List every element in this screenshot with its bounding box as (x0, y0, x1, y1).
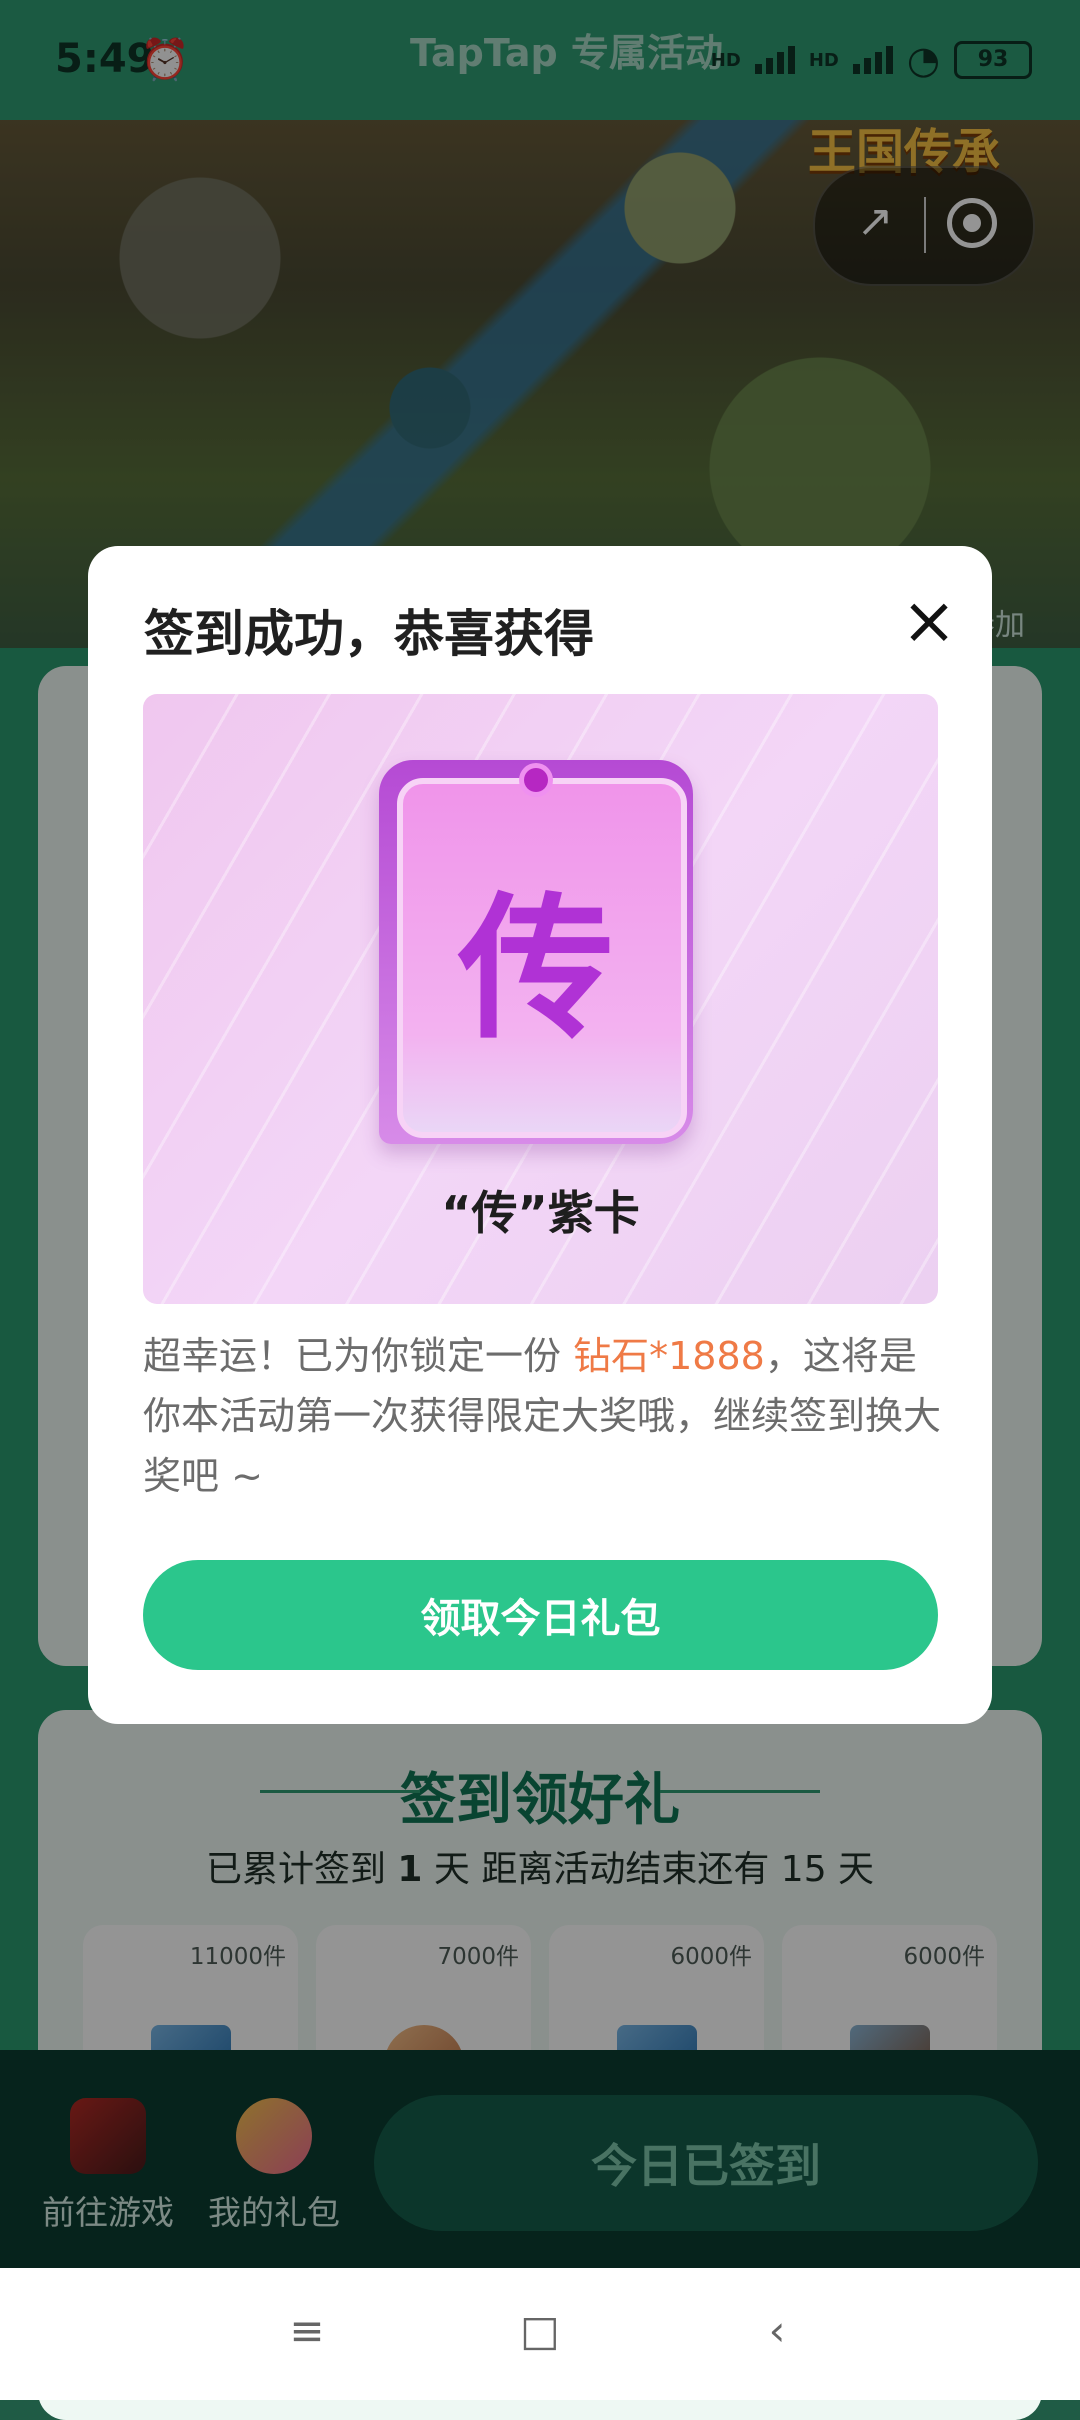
modal-description: 超幸运！已为你锁定一份 钻石*1888，这将是你本活动第一次获得限定大奖哦，继续… (143, 1326, 943, 1506)
claim-gift-button[interactable]: 领取今日礼包 (143, 1560, 938, 1670)
back-icon[interactable]: ‹ (752, 2306, 802, 2356)
card-gem-icon (524, 768, 548, 792)
desc-highlight: 钻石*1888 (573, 1334, 765, 1378)
system-navigation-bar: ≡ □ ‹ (0, 2268, 1080, 2400)
prize-name: “传”紫卡 (441, 1186, 640, 1240)
checkin-success-modal: 签到成功，恭喜获得 × 传 “传”紫卡 超幸运！已为你锁定一份 钻石*1888，… (88, 546, 992, 1724)
prize-panel: 传 “传”紫卡 (143, 694, 938, 1304)
close-icon[interactable]: × (900, 588, 958, 654)
modal-title: 签到成功，恭喜获得 (144, 605, 594, 663)
home-icon[interactable]: □ (515, 2306, 565, 2356)
prize-glyph: 传 (458, 877, 614, 1060)
menu-icon[interactable]: ≡ (282, 2306, 332, 2356)
desc-prefix: 超幸运！已为你锁定一份 (143, 1334, 574, 1378)
purple-card-icon: 传 (379, 760, 693, 1144)
